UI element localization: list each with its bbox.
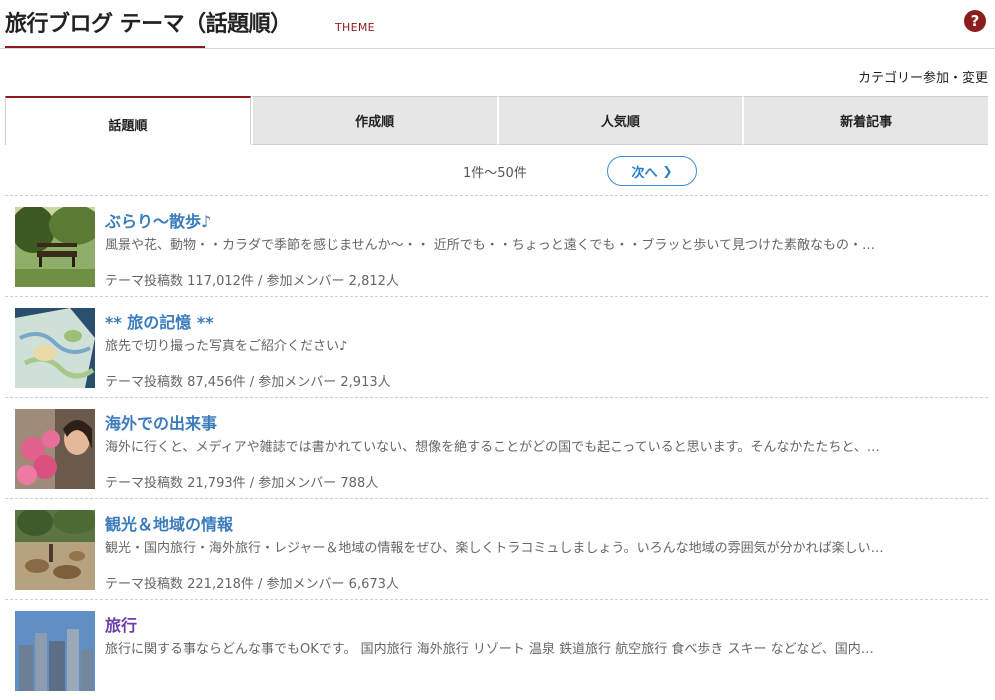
help-icon[interactable]: ? <box>964 10 986 32</box>
list-item: ぶらり〜散歩♪ 風景や花、動物・・カラダで季節を感じませんか〜・・ 近所でも・・… <box>5 195 988 296</box>
page-header: 旅行ブログ テーマ（話題順） THEME ? <box>0 0 995 49</box>
theme-description: 海外に行くと、メディアや雑誌では書かれていない、想像を絶することがどの国でも起こ… <box>105 440 880 455</box>
tab-created-order[interactable]: 作成順 <box>250 96 497 145</box>
sort-tabs: 話題順 作成順 人気順 新着記事 <box>5 96 988 146</box>
deer-park-photo[interactable] <box>15 510 95 590</box>
next-label: 次へ <box>631 165 658 181</box>
theme-stats: テーマ投稿数 117,012件 / 参加メンバー 2,812人 <box>105 274 399 289</box>
theme-label: THEME <box>335 21 375 34</box>
theme-title-link[interactable]: ぶらり〜散歩♪ <box>105 208 211 232</box>
page-title: 旅行ブログ テーマ（話題順） <box>5 12 292 37</box>
next-page-button[interactable]: 次へ ❯ <box>607 156 697 186</box>
title-underline <box>5 46 205 48</box>
list-item: 海外での出来事 海外に行くと、メディアや雑誌では書かれていない、想像を絶すること… <box>5 397 988 498</box>
tab-popular-order[interactable]: 人気順 <box>496 96 743 145</box>
theme-stats: テーマ投稿数 21,793件 / 参加メンバー 788人 <box>105 476 379 491</box>
theme-title-link[interactable]: 海外での出来事 <box>105 410 217 434</box>
theme-description: 旅先で切り撮った写真をご紹介ください♪ <box>105 339 348 354</box>
tab-topic-order[interactable]: 話題順 <box>5 96 251 145</box>
theme-title-link[interactable]: 観光＆地域の情報 <box>105 511 233 535</box>
theme-title-link[interactable]: 旅行 <box>105 612 137 636</box>
chevron-right-icon: ❯ <box>662 164 673 178</box>
list-item: ** 旅の記憶 ** 旅先で切り撮った写真をご紹介ください♪ テーマ投稿数 87… <box>5 296 988 397</box>
tab-new-articles[interactable]: 新着記事 <box>742 96 988 145</box>
list-item: 観光＆地域の情報 観光・国内旅行・海外旅行・レジャー＆地域の情報をぜひ、楽しくト… <box>5 498 988 599</box>
theme-title-link[interactable]: ** 旅の記憶 ** <box>105 309 214 333</box>
theme-description: 観光・国内旅行・海外旅行・レジャー＆地域の情報をぜひ、楽しくトラコミュしましょう… <box>105 541 884 556</box>
person-photo[interactable] <box>15 409 95 489</box>
theme-description: 風景や花、動物・・カラダで季節を感じませんか〜・・ 近所でも・・ちょっと遠くでも… <box>105 238 875 253</box>
city-skyline-photo[interactable] <box>15 611 95 691</box>
theme-description: 旅行に関する事ならどんな事でもOKです。 国内旅行 海外旅行 リゾート 温泉 鉄… <box>105 642 874 657</box>
park-bench-photo[interactable] <box>15 207 95 287</box>
category-join-link[interactable]: カテゴリー参加・変更 <box>858 67 988 86</box>
theme-stats: テーマ投稿数 221,218件 / 参加メンバー 6,673人 <box>105 577 399 592</box>
theme-stats: テーマ投稿数 87,456件 / 参加メンバー 2,913人 <box>105 375 391 390</box>
pager-range: 1件〜50件 <box>463 166 527 181</box>
list-item: 旅行 旅行に関する事ならどんな事でもOKです。 国内旅行 海外旅行 リゾート 温… <box>5 599 988 700</box>
theme-list: ぶらり〜散歩♪ 風景や花、動物・・カラダで季節を感じませんか〜・・ 近所でも・・… <box>5 195 988 700</box>
map-photo[interactable] <box>15 308 95 388</box>
pager: 1件〜50件 次へ ❯ <box>0 156 995 186</box>
